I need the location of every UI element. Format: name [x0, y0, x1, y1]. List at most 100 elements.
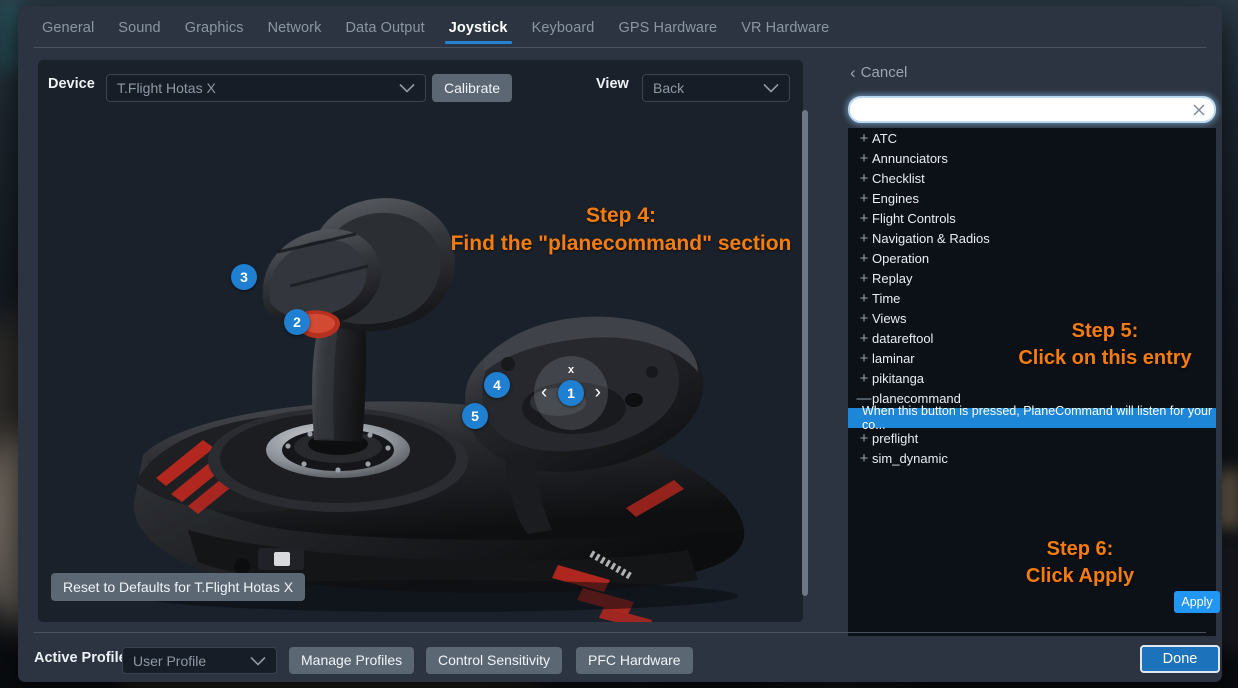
bottom-bar: Active Profile User Profile Manage Profi…: [18, 633, 1222, 682]
joystick-badge-3[interactable]: 3: [231, 264, 257, 290]
tab-bar: General Sound Graphics Network Data Outp…: [18, 6, 1222, 50]
expand-icon[interactable]: +: [856, 311, 872, 326]
annotation-step-5: Step 5: Click on this entry: [990, 318, 1220, 372]
command-list-row-label: pikitanga: [872, 370, 925, 386]
chevron-right-icon[interactable]: ›: [595, 382, 601, 404]
command-list-row[interactable]: + Engines: [848, 188, 1216, 208]
tab-graphics[interactable]: Graphics: [173, 20, 256, 44]
expand-icon[interactable]: +: [856, 291, 872, 306]
badge-number: 4: [493, 377, 501, 393]
command-list-row-label: Annunciators: [872, 150, 948, 166]
reset-to-defaults-button[interactable]: Reset to Defaults for T.Flight Hotas X: [51, 573, 306, 601]
command-list-row[interactable]: + Replay: [848, 268, 1216, 288]
tab-data-output[interactable]: Data Output: [333, 20, 436, 44]
active-profile-value: User Profile: [133, 652, 207, 669]
joystick-badge-1[interactable]: 1: [558, 380, 584, 406]
expand-icon[interactable]: +: [856, 191, 872, 206]
command-list-row[interactable]: + Flight Controls: [848, 208, 1216, 228]
joystick-badge-4[interactable]: 4: [484, 372, 510, 398]
expand-icon[interactable]: +: [856, 351, 872, 366]
expand-icon[interactable]: +: [856, 131, 872, 146]
expand-icon[interactable]: +: [856, 151, 872, 166]
badge-number: 2: [293, 314, 301, 330]
tab-bar-divider: [34, 47, 1206, 48]
tab-keyboard[interactable]: Keyboard: [520, 20, 607, 44]
close-icon[interactable]: [1191, 102, 1207, 118]
view-select-value: Back: [653, 80, 685, 96]
command-list-row[interactable]: + Time: [848, 288, 1216, 308]
tab-network[interactable]: Network: [256, 20, 334, 44]
done-button[interactable]: Done: [1140, 645, 1220, 673]
chevron-down-icon: [763, 80, 779, 96]
joystick-image: x ‹ › 1 2 3 4 5 Step 4: Find the "planec…: [38, 110, 803, 622]
cancel-label: Cancel: [860, 64, 908, 81]
command-list-row-label: Navigation & Radios: [872, 230, 990, 246]
command-list-row-label: Flight Controls: [872, 210, 956, 226]
tab-sound[interactable]: Sound: [106, 20, 172, 44]
command-list-row-label: sim_dynamic: [872, 450, 948, 466]
expand-icon[interactable]: +: [856, 171, 872, 186]
joystick-badge-5[interactable]: 5: [462, 403, 488, 429]
command-list-row-label: preflight: [872, 430, 919, 446]
tab-label: General: [42, 20, 95, 36]
command-list-row-label: ATC: [872, 130, 898, 146]
command-list-row[interactable]: + Navigation & Radios: [848, 228, 1216, 248]
command-list-row[interactable]: + Operation: [848, 248, 1216, 268]
device-select[interactable]: T.Flight Hotas X: [106, 74, 426, 102]
badge-number: 5: [471, 408, 479, 424]
command-list-row-label: Time: [872, 290, 901, 306]
command-list-row-selected[interactable]: When this button is pressed, PlaneComman…: [848, 404, 1216, 432]
calibrate-button[interactable]: Calibrate: [432, 74, 513, 102]
expand-icon[interactable]: +: [856, 451, 872, 466]
joystick-illustration: [133, 198, 745, 622]
tab-label: Joystick: [448, 20, 508, 36]
tab-joystick[interactable]: Joystick: [437, 20, 520, 44]
command-list-row-label: Checklist: [872, 170, 925, 186]
active-profile-label: Active Profile: [34, 650, 127, 666]
cancel-button[interactable]: ‹ Cancel: [850, 64, 907, 81]
pfc-hardware-button[interactable]: PFC Hardware: [576, 647, 693, 674]
badge-number: 1: [567, 385, 575, 401]
manage-profiles-button[interactable]: Manage Profiles: [289, 647, 415, 674]
chevron-left-icon: ‹: [850, 63, 856, 82]
expand-icon[interactable]: +: [856, 431, 872, 446]
apply-button[interactable]: Apply: [1174, 591, 1220, 613]
command-list-row-label: Operation: [872, 250, 930, 266]
expand-icon[interactable]: +: [856, 251, 872, 266]
active-profile-select[interactable]: User Profile: [122, 647, 277, 674]
device-select-value: T.Flight Hotas X: [117, 80, 216, 96]
expand-icon[interactable]: +: [856, 371, 872, 386]
annotation-step-4-line1: Step 4:: [585, 204, 656, 227]
backdrop-blur-shape: [0, 0, 20, 70]
command-list-row[interactable]: + Annunciators: [848, 148, 1216, 168]
chevron-down-icon: [399, 80, 415, 96]
command-list-row[interactable]: + sim_dynamic: [848, 448, 1216, 468]
search-input[interactable]: [860, 100, 1182, 121]
view-select[interactable]: Back: [642, 74, 790, 102]
tab-label: Keyboard: [531, 20, 595, 36]
device-row: Device T.Flight Hotas X Calibrate View B…: [38, 60, 803, 110]
tab-general[interactable]: General: [30, 20, 106, 44]
annotation-step-4-line2: Find the "planecommand" section: [450, 232, 792, 255]
tab-label: Graphics: [184, 20, 244, 36]
tab-label: Network: [267, 20, 322, 36]
control-sensitivity-button[interactable]: Control Sensitivity: [426, 647, 563, 674]
tab-list: General Sound Graphics Network Data Outp…: [30, 20, 841, 44]
tab-vr-hardware[interactable]: VR Hardware: [729, 20, 841, 44]
command-list-row[interactable]: + ATC: [848, 128, 1216, 148]
chevron-left-icon[interactable]: ‹: [541, 382, 547, 404]
settings-dialog: General Sound Graphics Network Data Outp…: [18, 6, 1222, 682]
badge-number: 3: [240, 269, 248, 285]
command-list-row[interactable]: + Checklist: [848, 168, 1216, 188]
tab-active-underline: [444, 41, 512, 44]
expand-icon[interactable]: +: [856, 331, 872, 346]
preview-scrollbar[interactable]: [802, 110, 808, 596]
command-list-row-label: datareftool: [872, 330, 934, 346]
tab-label: VR Hardware: [741, 20, 830, 36]
joystick-badge-2[interactable]: 2: [284, 309, 310, 335]
expand-icon[interactable]: +: [856, 231, 872, 246]
command-list-row-label: Replay: [872, 270, 913, 286]
expand-icon[interactable]: +: [856, 271, 872, 286]
expand-icon[interactable]: +: [856, 211, 872, 226]
tab-gps-hardware[interactable]: GPS Hardware: [606, 20, 729, 44]
